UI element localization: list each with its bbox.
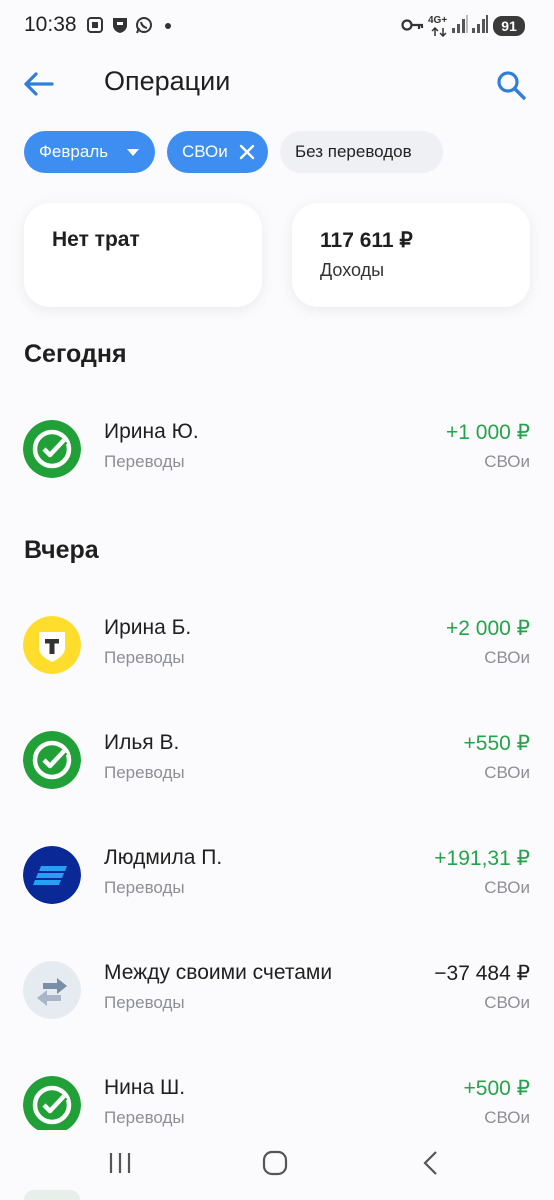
transaction-row[interactable]: Ирина Ю. Переводы +1 000 ₽ СВОи (0, 409, 554, 489)
filter-chip-no-transfers[interactable]: Без переводов (280, 131, 443, 173)
notification-dot (165, 23, 171, 29)
income-amount: 117 611 ₽ (320, 229, 413, 252)
section-title-yesterday: Вчера (24, 536, 99, 564)
transaction-category: Переводы (104, 1108, 185, 1127)
transaction-amount: +2 000 ₽ (445, 617, 530, 640)
recent-apps-icon[interactable] (107, 1150, 133, 1176)
sber-logo-icon (23, 420, 81, 478)
transaction-account: СВОи (484, 1108, 530, 1127)
transaction-category: Переводы (104, 452, 185, 471)
transaction-account: СВОи (484, 878, 530, 897)
signal-icon-2 (472, 15, 488, 33)
network-type: 4G+ (428, 15, 448, 26)
transaction-row[interactable]: Илья В. Переводы +550 ₽ СВОи (0, 720, 554, 800)
transaction-account: СВОи (484, 648, 530, 667)
page-title: Операции (104, 66, 231, 96)
whatsapp-icon (136, 17, 152, 34)
vpn-key-icon (401, 19, 424, 31)
transaction-category: Переводы (104, 878, 185, 897)
income-card[interactable]: 117 611 ₽ Доходы (292, 203, 530, 307)
transfer-arrows-icon (23, 961, 81, 1019)
close-icon[interactable] (239, 144, 255, 160)
app-bar: Операции (0, 52, 554, 116)
data-arrows-icon (431, 27, 447, 37)
transaction-account: СВОи (484, 993, 530, 1012)
filter-chip-month-label: Февраль (39, 142, 109, 161)
search-icon[interactable] (494, 68, 530, 102)
filter-chip-no-transfers-label: Без переводов (295, 142, 412, 161)
back-arrow-icon[interactable] (22, 68, 58, 100)
transaction-amount: +191,31 ₽ (434, 847, 530, 870)
transaction-amount: −37 484 ₽ (434, 962, 530, 985)
status-bar: 10:38 4G+ 91 (0, 0, 554, 52)
expenses-title: Нет трат (52, 228, 140, 251)
transaction-row[interactable]: Между своими счетами Переводы −37 484 ₽ … (0, 950, 554, 1030)
dropdown-triangle-icon (127, 149, 139, 156)
transaction-category: Переводы (104, 763, 185, 782)
battery-indicator: 91 (493, 16, 525, 36)
home-icon[interactable] (262, 1150, 288, 1176)
section-title-today: Сегодня (24, 340, 127, 368)
transaction-name: Ирина Ю. (104, 420, 199, 443)
income-label: Доходы (320, 260, 385, 280)
transaction-account: СВОи (484, 452, 530, 471)
transaction-amount: +550 ₽ (463, 732, 531, 755)
transaction-amount: +500 ₽ (463, 1077, 531, 1100)
status-time: 10:38 (24, 13, 77, 36)
transaction-category: Переводы (104, 648, 185, 667)
transaction-row[interactable]: Ирина Б. Переводы +2 000 ₽ СВОи (0, 605, 554, 685)
system-back-icon[interactable] (418, 1150, 444, 1176)
filter-chip-account-label: СВОи (182, 142, 228, 161)
screenshot-icon (87, 17, 103, 33)
transaction-account: СВОи (484, 763, 530, 782)
transaction-name: Ирина Б. (104, 616, 192, 639)
expenses-card[interactable]: Нет трат (24, 203, 262, 307)
filter-chip-account[interactable]: СВОи (167, 131, 268, 173)
transaction-row[interactable]: Людмила П. Переводы +191,31 ₽ СВОи (0, 835, 554, 915)
transaction-category: Переводы (104, 993, 185, 1012)
sber-logo-icon (23, 731, 81, 789)
shield-icon (113, 18, 127, 33)
transaction-name: Илья В. (104, 731, 180, 754)
transaction-amount: +1 000 ₽ (445, 421, 530, 444)
vtb-logo-icon (23, 846, 81, 904)
next-row-peek (24, 1190, 80, 1200)
sber-logo-icon (23, 1076, 81, 1134)
transaction-name: Людмила П. (104, 846, 223, 869)
filter-chip-month[interactable]: Февраль (24, 131, 155, 173)
system-nav-bar (0, 1130, 554, 1200)
transaction-name: Нина Ш. (104, 1076, 186, 1099)
signal-icon-1 (452, 15, 468, 33)
transaction-name: Между своими счетами (104, 961, 333, 984)
tbank-logo-icon (23, 616, 81, 674)
